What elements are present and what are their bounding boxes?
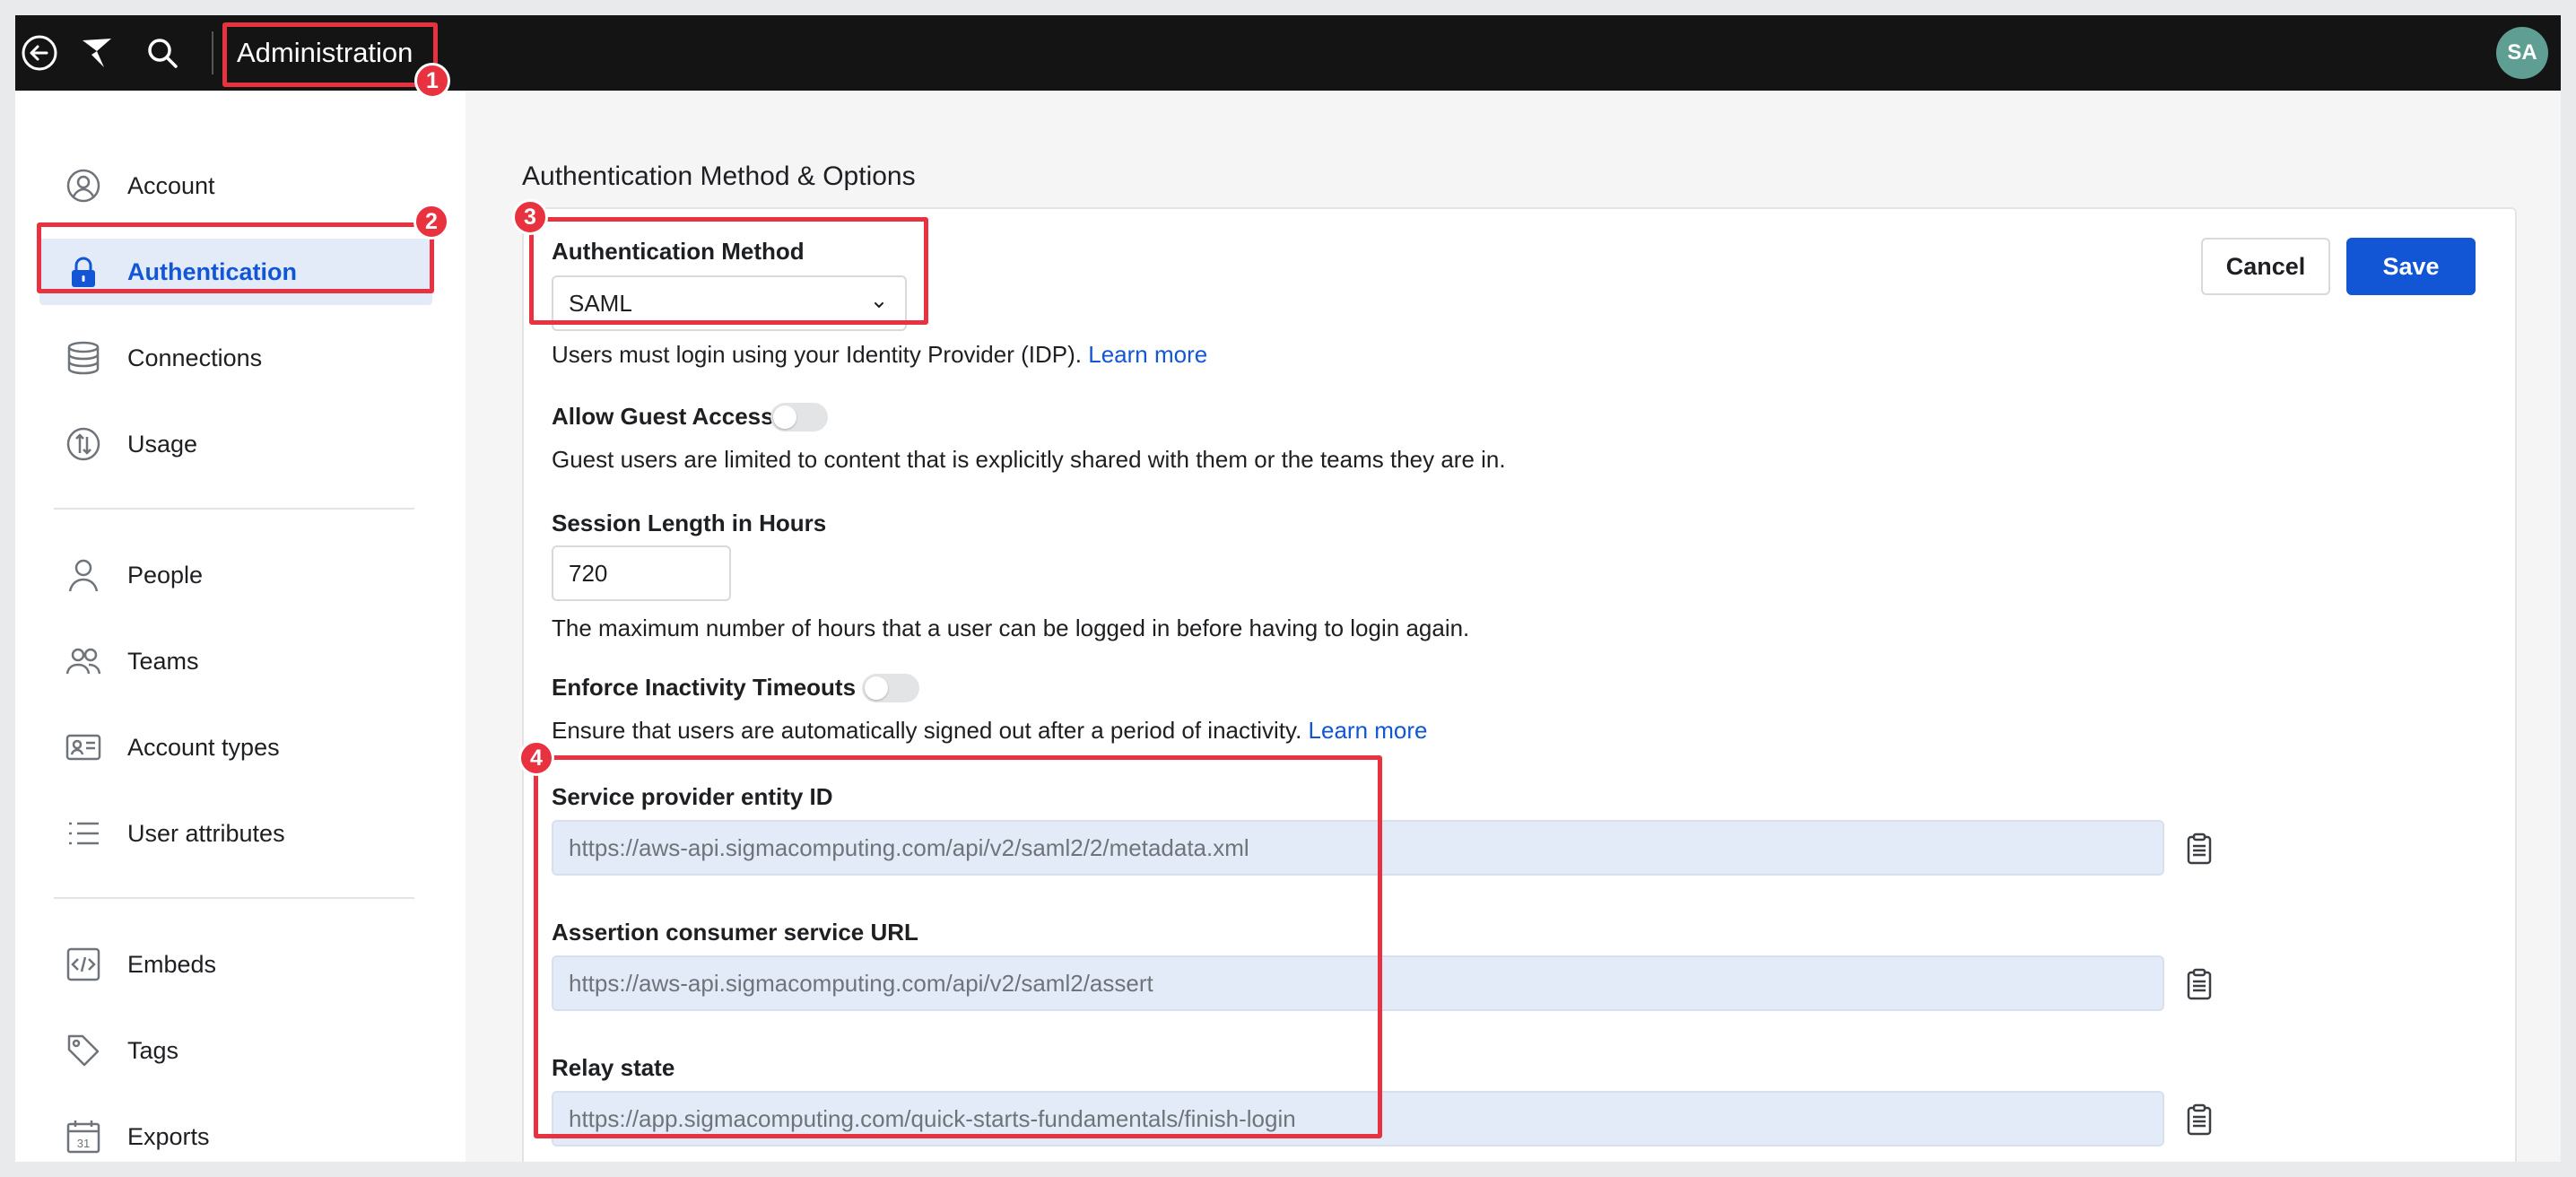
sidebar-item-embeds[interactable]: Embeds (39, 931, 432, 998)
clipboard-icon[interactable] (2185, 968, 2214, 1000)
session-length-input[interactable]: 720 (552, 545, 731, 601)
sidebar-item-label: People (127, 561, 204, 588)
sidebar-item-label: Exports (127, 1122, 210, 1150)
sidebar-item-exports[interactable]: 31 Exports (39, 1103, 432, 1162)
sidebar-item-account[interactable]: Account (39, 153, 432, 219)
sigma-logo-icon[interactable] (77, 33, 117, 73)
sidebar-item-people[interactable]: People (39, 542, 432, 608)
database-icon (65, 340, 101, 376)
topbar-divider (212, 31, 213, 74)
annotation-badge-1: 1 (414, 63, 450, 99)
inactivity-help: Ensure that users are automatically sign… (552, 717, 1428, 745)
sidebar: Account Authentication Connections Usage (15, 91, 466, 1162)
clipboard-icon[interactable] (2185, 1103, 2214, 1136)
chevron-down-icon (875, 302, 883, 308)
sidebar-item-label: Tags (127, 1036, 179, 1064)
sidebar-item-label: Account (127, 171, 215, 199)
auth-method-value: SAML (569, 289, 632, 317)
person-icon (65, 557, 101, 593)
save-button[interactable]: Save (2346, 238, 2476, 295)
sp-entity-id-label: Service provider entity ID (552, 783, 833, 810)
list-icon (65, 815, 101, 851)
cancel-button[interactable]: Cancel (2201, 238, 2330, 295)
main-content: Authentication Method & Options Authenti… (466, 91, 2561, 1162)
sidebar-item-label: Embeds (127, 950, 217, 978)
sidebar-item-tags[interactable]: Tags (39, 1017, 432, 1084)
svg-text:31: 31 (77, 1137, 90, 1150)
app-window: Administration SA Account Authentication… (15, 15, 2561, 1162)
tag-icon (65, 1033, 101, 1068)
back-arrow-icon[interactable] (20, 33, 59, 73)
inactivity-label: Enforce Inactivity Timeouts (552, 674, 857, 701)
section-title: Authentication Method & Options (522, 161, 916, 191)
annotation-badge-4: 4 (518, 740, 554, 776)
team-icon (65, 643, 101, 679)
inactivity-help-text: Ensure that users are automatically sign… (552, 717, 1302, 744)
usage-icon (65, 426, 101, 462)
inactivity-toggle[interactable] (862, 674, 919, 702)
session-length-help: The maximum number of hours that a user … (552, 615, 1470, 641)
sidebar-divider (54, 897, 414, 899)
sidebar-item-teams[interactable]: Teams (39, 628, 432, 694)
sidebar-item-authentication[interactable]: Authentication (39, 239, 432, 305)
clipboard-icon[interactable] (2185, 833, 2214, 865)
auth-method-select[interactable]: SAML (552, 275, 907, 331)
settings-card: Authentication Method SAML Users must lo… (522, 207, 2517, 1162)
avatar[interactable]: SA (2496, 27, 2548, 79)
acs-url-label: Assertion consumer service URL (552, 919, 918, 946)
annotation-badge-2: 2 (413, 204, 449, 240)
id-card-icon (65, 729, 101, 765)
session-length-label: Session Length in Hours (552, 510, 827, 536)
sidebar-item-label: Teams (127, 647, 199, 675)
relay-state-field[interactable]: https://app.sigmacomputing.com/quick-sta… (552, 1091, 2164, 1146)
guest-access-toggle[interactable] (770, 403, 828, 432)
sidebar-item-usage[interactable]: Usage (39, 411, 432, 477)
auth-method-label: Authentication Method (552, 238, 805, 265)
auth-method-help-text: Users must login using your Identity Pro… (552, 341, 1082, 368)
guest-access-label: Allow Guest Access (552, 403, 774, 430)
sidebar-item-label: User attributes (127, 819, 285, 847)
sidebar-item-label: Account types (127, 733, 280, 761)
acs-url-field[interactable]: https://aws-api.sigmacomputing.com/api/v… (552, 955, 2164, 1011)
sp-entity-id-field[interactable]: https://aws-api.sigmacomputing.com/api/v… (552, 820, 2164, 876)
user-circle-icon (65, 168, 101, 204)
sidebar-item-label: Usage (127, 430, 198, 458)
sidebar-divider (54, 508, 414, 510)
learn-more-link[interactable]: Learn more (1088, 341, 1207, 368)
sidebar-item-label: Connections (127, 344, 263, 371)
auth-method-help: Users must login using your Identity Pro… (552, 341, 1207, 369)
learn-more-link[interactable]: Learn more (1309, 717, 1428, 744)
search-icon[interactable] (143, 33, 182, 73)
sidebar-item-connections[interactable]: Connections (39, 325, 432, 391)
sidebar-item-user-attributes[interactable]: User attributes (39, 800, 432, 867)
lock-icon (65, 254, 101, 290)
annotation-badge-3: 3 (512, 199, 548, 235)
code-icon (65, 946, 101, 982)
sidebar-item-account-types[interactable]: Account types (39, 714, 432, 780)
calendar-icon: 31 (65, 1119, 101, 1155)
guest-access-help: Guest users are limited to content that … (552, 446, 1506, 473)
top-bar: Administration SA (15, 15, 2561, 91)
relay-state-label: Relay state (552, 1054, 675, 1081)
page-title: Administration (237, 37, 413, 68)
sidebar-item-label: Authentication (127, 257, 297, 285)
